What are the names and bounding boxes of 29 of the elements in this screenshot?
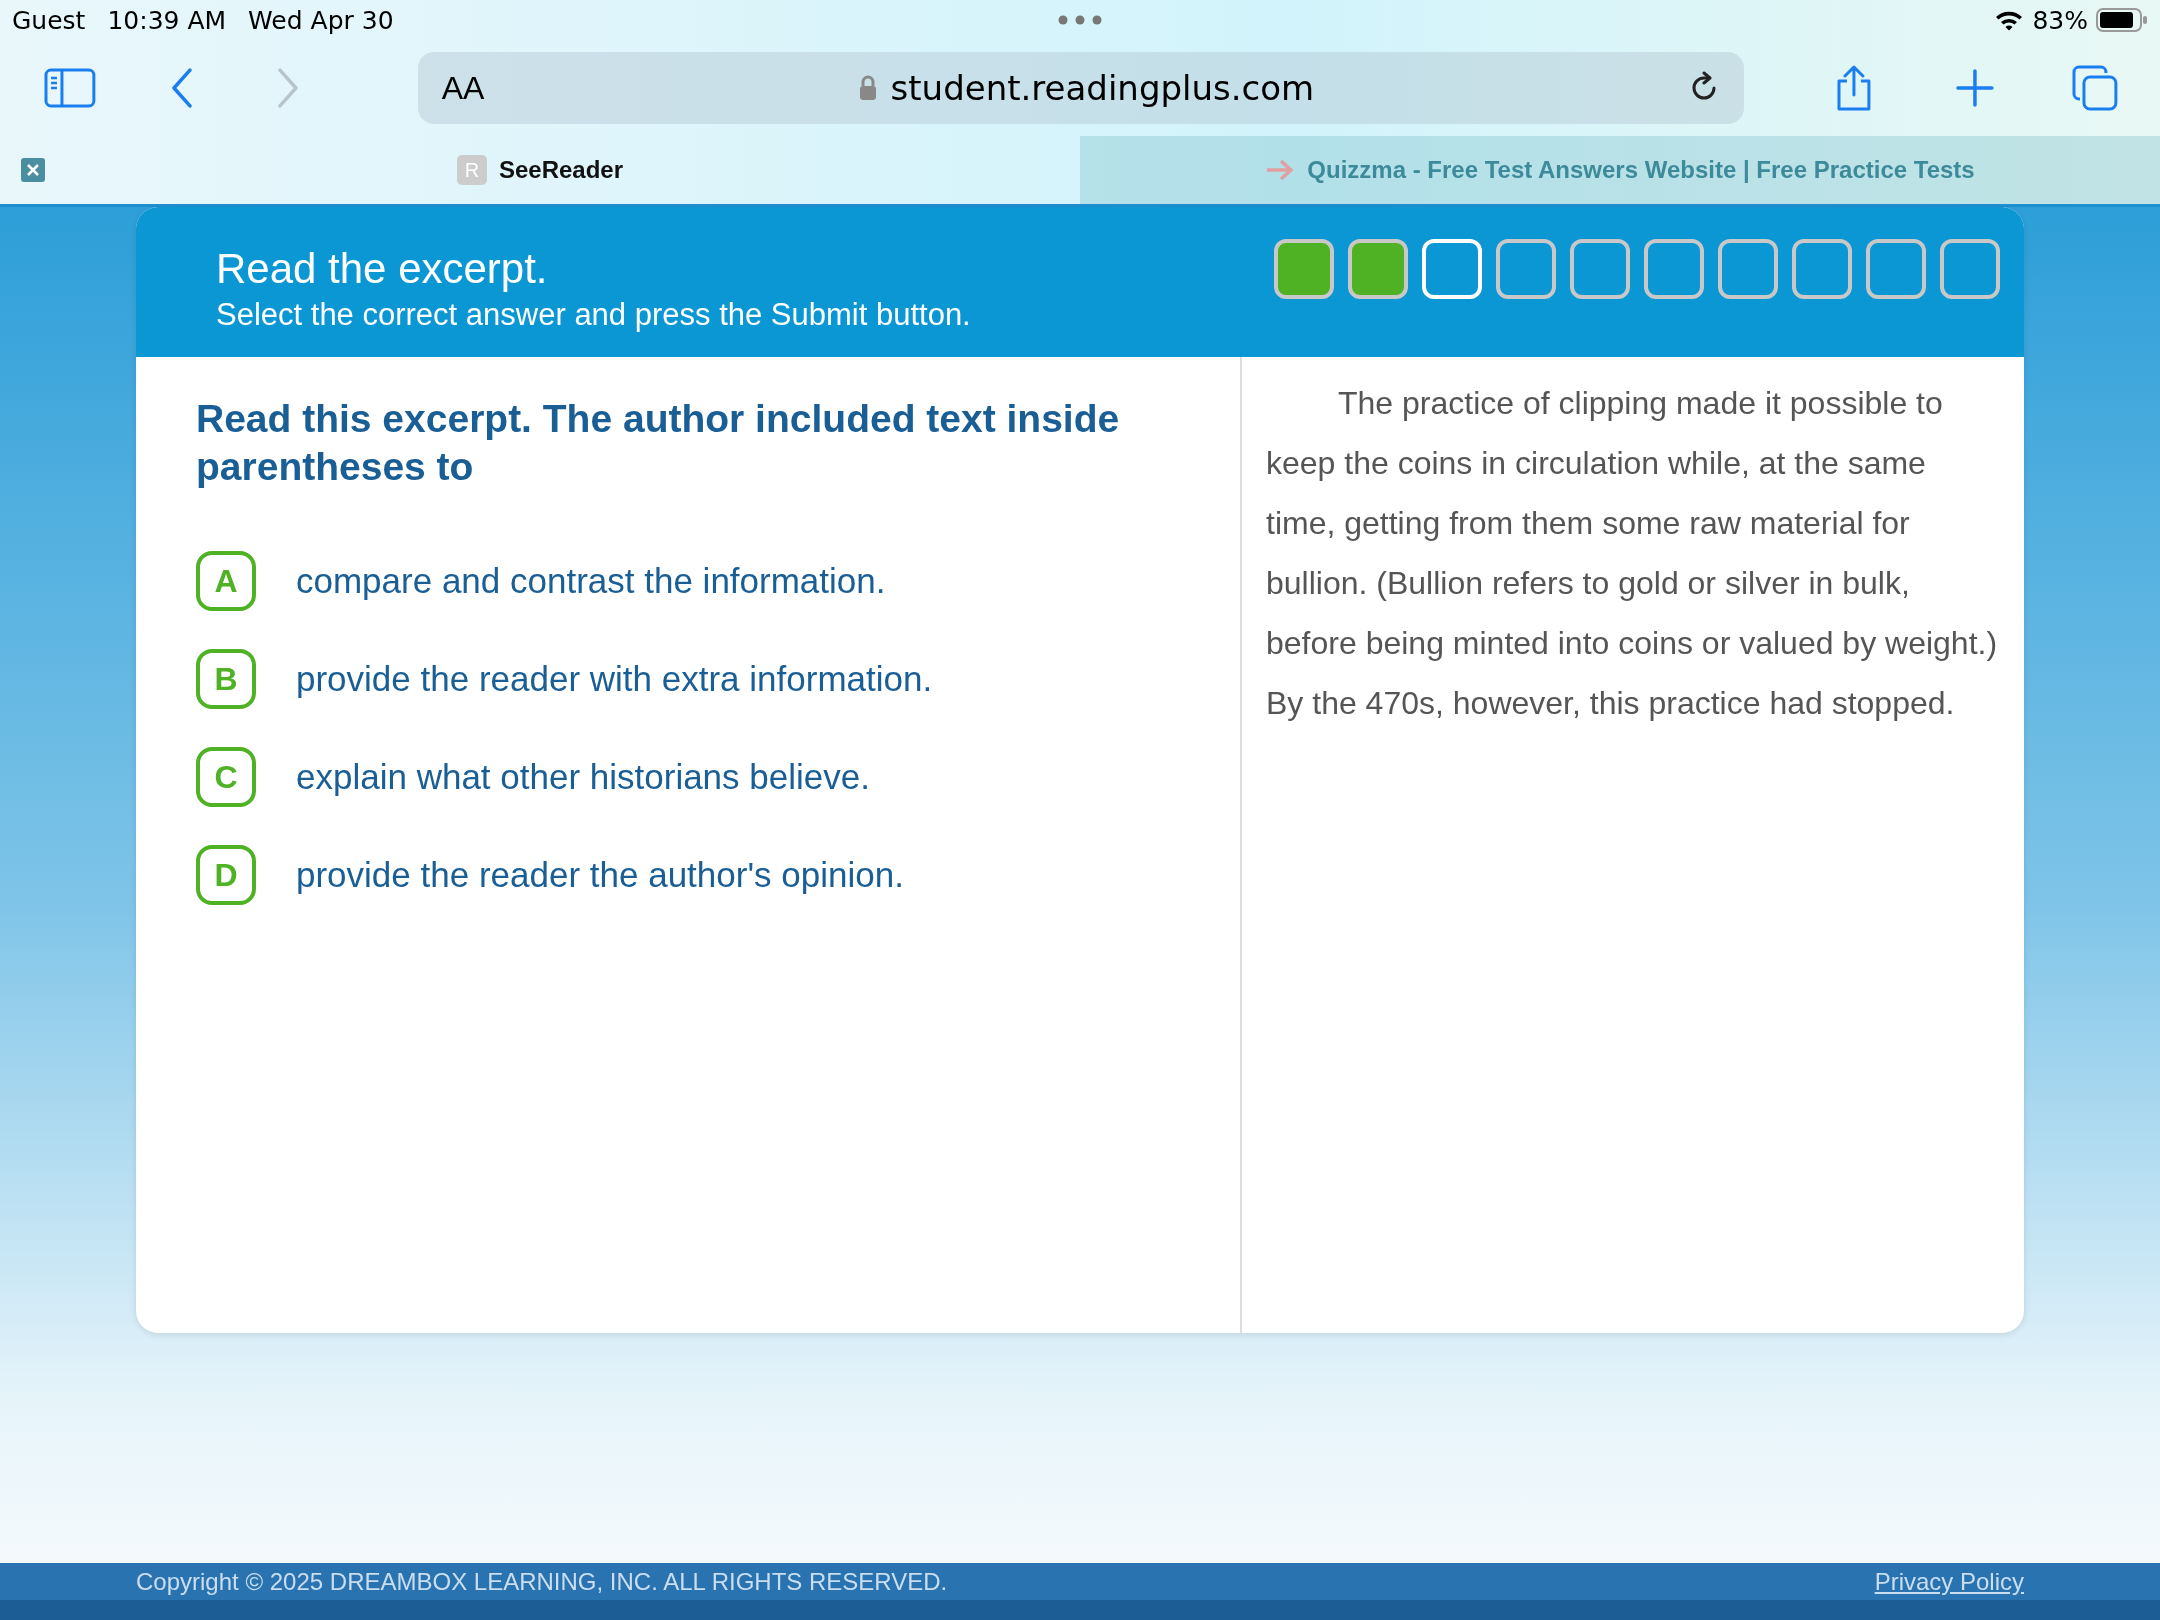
tab-title: Quizzma - Free Test Answers Website | Free Practice Tests [1307, 156, 1975, 184]
lock-icon [858, 75, 877, 101]
battery-icon [2096, 8, 2148, 32]
arrow-icon [1265, 158, 1296, 182]
address-bar[interactable]: AA student.readingplus.com [417, 52, 1745, 124]
answer-text[interactable]: provide the reader with extra information. [296, 659, 933, 699]
more-icon[interactable] [1058, 15, 1102, 25]
battery-percent: 83% [2032, 5, 2088, 35]
answer-text[interactable]: compare and contrast the information. [296, 561, 886, 601]
privacy-policy-link[interactable]: Privacy Policy [1874, 1567, 2024, 1596]
copyright-text: Copyright © 2025 DREAMBOX LEARNING, INC. ALL RIGHTS RESERVED. [136, 1567, 948, 1596]
text-size-button[interactable]: AA [441, 69, 485, 107]
instruction-text: Select the correct answer and press the Submit button. [216, 297, 971, 333]
tab-title: SeeReader [498, 156, 624, 184]
wifi-icon [1994, 9, 2025, 31]
question-text: Read this excerpt. The author included text inside parentheses to [196, 396, 1121, 490]
date: Wed Apr 30 [248, 5, 394, 35]
clock: 10:39 AM [107, 5, 227, 35]
user-label: Guest [12, 5, 86, 35]
heading: Read the excerpt. [216, 245, 549, 293]
close-icon[interactable] [21, 158, 45, 182]
tabs-icon[interactable] [2072, 65, 2118, 111]
back-icon[interactable] [169, 68, 194, 108]
excerpt-text: The practice of clipping made it possible to keep the coins in circulation while, at the same time, getting from them some raw material for bullion. (Bullion refers to gold or silver in bulk, before being minted into coins or valued by weight.) By the 470s, however, this practice had stopped. [1266, 384, 1999, 723]
answer-text[interactable]: provide the reader the author's opinion. [296, 855, 904, 895]
url-text: student.readingplus.com [890, 68, 1315, 108]
sidebar-icon[interactable] [44, 68, 96, 108]
answer-text[interactable]: explain what other historians believe. [296, 757, 870, 797]
plus-icon[interactable] [1956, 69, 1995, 107]
